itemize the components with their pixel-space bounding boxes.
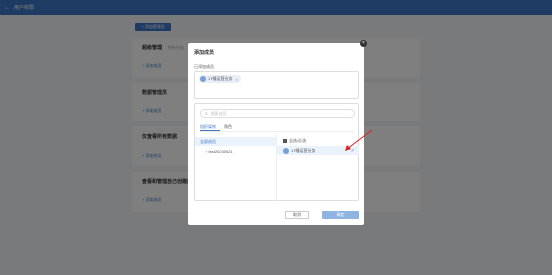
tree-item[interactable]: › test20230521 <box>206 149 233 154</box>
chip-label: 17幢运营业务 <box>208 76 233 81</box>
selected-label: 已添加成员 <box>194 64 214 69</box>
select-all-label: 全选/反选 <box>289 138 307 143</box>
active-tab-indicator <box>200 130 220 131</box>
search-placeholder: 搜索成员 <box>210 110 227 116</box>
tree-item-label: test20230521 <box>208 149 233 154</box>
confirm-button[interactable]: 确定 <box>322 211 359 219</box>
cancel-button[interactable]: 取消 <box>285 211 309 219</box>
avatar <box>200 76 206 82</box>
tab-divider <box>200 131 355 132</box>
add-member-dialog: 添加成员 已添加成员 17幢运营业务 × ⌕ 搜索成员 组织架构 角色 全部成员… <box>188 43 364 225</box>
check-icon: ✓ <box>350 147 355 154</box>
member-name: 17幢运营业务 <box>291 147 316 153</box>
member-list: 全选/反选 17幢运营业务 ✓ <box>277 134 359 201</box>
selected-members-box: 17幢运营业务 × <box>194 71 359 99</box>
search-input[interactable]: ⌕ 搜索成员 <box>200 109 355 118</box>
avatar <box>283 147 289 154</box>
org-tree: 全部成员 › test20230521 <box>195 134 277 201</box>
checkbox-icon <box>283 139 287 143</box>
tree-item-all[interactable]: 全部成员 <box>195 137 277 146</box>
select-all-checkbox[interactable]: 全选/反选 <box>283 138 306 144</box>
close-icon[interactable]: × <box>360 40 367 47</box>
remove-chip-icon[interactable]: × <box>235 77 237 82</box>
member-item[interactable]: 17幢运营业务 ✓ <box>277 146 359 155</box>
selected-member-chip: 17幢运营业务 × <box>199 75 241 83</box>
tab-role[interactable]: 角色 <box>224 124 232 130</box>
dialog-title: 添加成员 <box>194 50 215 56</box>
member-picker: ⌕ 搜索成员 组织架构 角色 全部成员 › test20230521 全选/反选… <box>194 103 359 201</box>
search-icon: ⌕ <box>205 110 208 117</box>
